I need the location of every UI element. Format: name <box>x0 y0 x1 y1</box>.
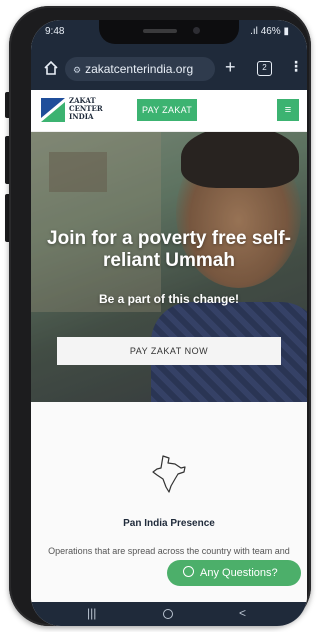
front-camera <box>193 27 200 34</box>
tab-switcher-button[interactable]: 2 <box>257 61 272 76</box>
speaker-grille <box>143 29 177 33</box>
whatsapp-icon <box>183 566 194 577</box>
hero-title: Join for a poverty free self-reliant Umm… <box>47 228 291 271</box>
site-settings-icon[interactable]: ⚙ <box>73 58 81 82</box>
browser-toolbar: ⚙ zakatcenterindia.org + 2 ⋮ <box>31 50 307 90</box>
zakat-center-logo[interactable]: ZAKAT CENTER INDIA <box>41 96 107 126</box>
logo-mark-icon <box>41 98 65 122</box>
hero-subtitle: Be a part of this change! <box>98 292 240 306</box>
address-bar[interactable]: ⚙ zakatcenterindia.org <box>65 57 215 81</box>
new-tab-button[interactable]: + <box>225 57 236 78</box>
signal-icon: .ıl <box>250 26 258 37</box>
camera-notch <box>99 20 239 44</box>
india-map-icon <box>152 455 186 493</box>
home-button[interactable] <box>163 609 173 619</box>
home-icon[interactable] <box>43 60 59 76</box>
any-questions-label: Any Questions? <box>200 567 278 579</box>
hero-banner: Join for a poverty free self-reliant Umm… <box>31 132 307 402</box>
battery-icon: ▮ <box>283 26 289 37</box>
any-questions-button[interactable]: Any Questions? <box>167 560 301 586</box>
more-options-icon[interactable]: ⋮ <box>289 58 303 75</box>
status-bar: 9:48 .ıl 46% ▮ <box>31 20 307 50</box>
status-indicators: .ıl 46% ▮ <box>250 26 289 37</box>
system-nav-bar: ||| < <box>31 602 307 626</box>
pay-zakat-now-button[interactable]: PAY ZAKAT NOW <box>57 337 281 365</box>
feature-title: Pan India Presence <box>123 518 215 529</box>
menu-icon[interactable]: ≡ <box>277 99 299 121</box>
phone-screen: 9:48 .ıl 46% ▮ ⚙ zakatcenterindia.org + 2… <box>31 20 307 626</box>
feature-description: Operations that are spread across the co… <box>48 546 290 556</box>
back-button[interactable]: < <box>239 606 246 620</box>
status-time: 9:48 <box>45 26 65 37</box>
phone-frame: 9:48 .ıl 46% ▮ ⚙ zakatcenterindia.org + 2… <box>9 6 311 626</box>
pay-zakat-button[interactable]: PAY ZAKAT <box>137 99 197 121</box>
logo-text: ZAKAT CENTER INDIA <box>69 96 103 121</box>
recent-apps-button[interactable]: ||| <box>87 606 96 620</box>
url-text: zakatcenterindia.org <box>85 62 194 76</box>
battery-level: 46% <box>260 26 281 37</box>
site-header: ZAKAT CENTER INDIA PAY ZAKAT ≡ <box>31 90 307 132</box>
